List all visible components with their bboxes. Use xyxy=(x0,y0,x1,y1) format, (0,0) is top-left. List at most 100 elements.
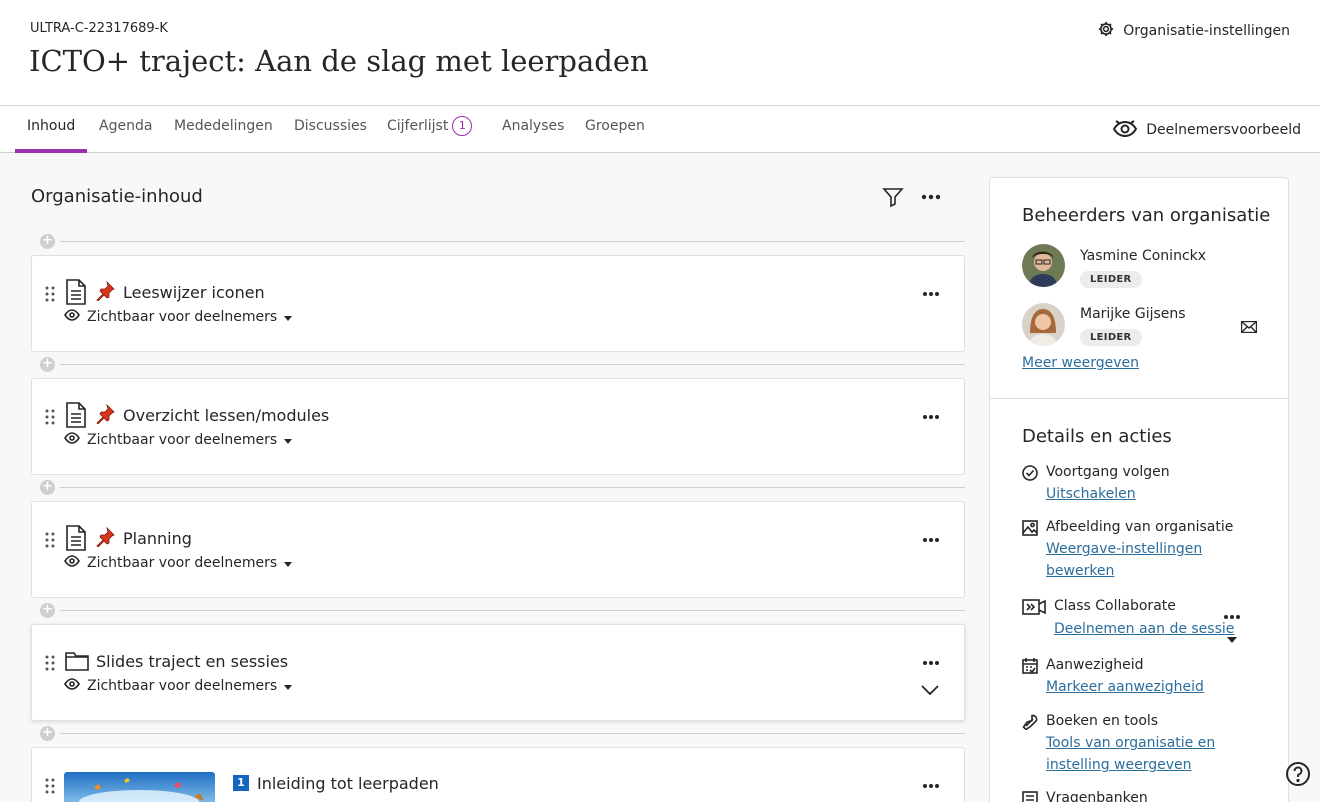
content-item-title[interactable]: Overzicht lessen/modules xyxy=(123,406,329,425)
avatar[interactable] xyxy=(1022,303,1065,346)
active-tab-indicator xyxy=(15,149,87,153)
organisation-settings-button[interactable]: Organisatie-instellingen xyxy=(1097,20,1290,42)
content-item-title[interactable]: Leeswijzer iconen xyxy=(123,283,265,302)
visibility-label: Zichtbaar voor deelnemers xyxy=(87,309,278,325)
more-options-icon[interactable] xyxy=(922,651,940,670)
more-options-icon[interactable] xyxy=(921,190,941,204)
action-label: Aanwezigheid xyxy=(1046,657,1144,673)
admins-heading: Beheerders van organisatie xyxy=(1022,205,1271,226)
content-item[interactable]: Leeswijzer iconen Zichtbaar voor deelnem… xyxy=(31,255,965,352)
eye-icon xyxy=(64,678,80,694)
course-tabs: Inhoud Agenda Mededelingen Discussies Ci… xyxy=(0,106,1320,153)
content-item[interactable]: 1 Inleiding tot leerpaden xyxy=(31,747,965,802)
more-options-icon[interactable] xyxy=(922,774,940,793)
caret-down-icon xyxy=(284,309,293,325)
tab-agenda[interactable]: Agenda xyxy=(99,118,152,134)
tab-mededelingen[interactable]: Mededelingen xyxy=(174,118,273,134)
content-item-title[interactable]: Planning xyxy=(123,529,192,548)
eye-icon xyxy=(64,432,80,448)
add-icon[interactable]: + xyxy=(40,480,55,495)
visibility-label: Zichtbaar voor deelnemers xyxy=(87,432,278,448)
student-preview-button[interactable]: Deelnemersvoorbeeld xyxy=(1112,118,1301,142)
document-icon xyxy=(65,279,87,309)
pin-icon xyxy=(95,526,115,551)
question-bank-icon xyxy=(1022,791,1038,802)
admin-name[interactable]: Marijke Gijsens xyxy=(1080,306,1186,322)
tab-analyses[interactable]: Analyses xyxy=(502,118,564,134)
content-item[interactable]: Slides traject en sessies Zichtbaar voor… xyxy=(31,624,965,721)
organisation-settings-label: Organisatie-instellingen xyxy=(1123,23,1290,39)
separator xyxy=(990,398,1288,399)
check-circle-icon xyxy=(1022,465,1038,485)
image-icon xyxy=(1022,520,1038,540)
drag-handle-icon[interactable] xyxy=(45,286,55,306)
filter-icon[interactable] xyxy=(882,186,904,208)
collaborate-icon xyxy=(1022,599,1046,619)
drag-handle-icon[interactable] xyxy=(45,532,55,552)
tools-link[interactable]: Tools van organisatie en instelling weer… xyxy=(1046,732,1236,776)
caret-down-icon xyxy=(284,555,293,571)
chevron-down-icon[interactable] xyxy=(921,680,939,699)
display-settings-link[interactable]: Weergave-instellingen bewerken xyxy=(1046,538,1226,582)
eye-icon xyxy=(64,555,80,571)
mail-icon[interactable] xyxy=(1240,318,1258,337)
join-session-link[interactable]: Deelnemen aan de sessie xyxy=(1054,618,1234,640)
add-icon[interactable]: + xyxy=(40,603,55,618)
content-item[interactable]: Overzicht lessen/modules Zichtbaar voor … xyxy=(31,378,965,475)
details-heading: Details en acties xyxy=(1022,426,1172,447)
caret-down-icon[interactable] xyxy=(1227,628,1237,647)
course-id: ULTRA-C-22317689-K xyxy=(30,21,168,36)
progress-tracking-link[interactable]: Uitschakelen xyxy=(1046,483,1136,505)
admin-name[interactable]: Yasmine Coninckx xyxy=(1080,248,1206,264)
action-label: Class Collaborate xyxy=(1054,598,1176,614)
avatar[interactable] xyxy=(1022,244,1065,287)
drag-handle-icon[interactable] xyxy=(45,655,55,675)
more-options-icon[interactable] xyxy=(922,282,940,301)
action-label: Boeken en tools xyxy=(1046,713,1159,729)
course-header: ULTRA-C-22317689-K ICTO+ traject: Aan de… xyxy=(0,0,1320,106)
content-item[interactable]: Planning Zichtbaar voor deelnemers xyxy=(31,501,965,598)
more-options-icon[interactable] xyxy=(922,405,940,424)
visibility-dropdown[interactable]: Zichtbaar voor deelnemers xyxy=(64,432,293,448)
content-item-title[interactable]: Slides traject en sessies xyxy=(96,652,288,671)
visibility-label: Zichtbaar voor deelnemers xyxy=(87,555,278,571)
student-preview-label: Deelnemersvoorbeeld xyxy=(1146,122,1301,138)
action-label: Vragenbanken xyxy=(1046,790,1148,802)
grade-count-badge: 1 xyxy=(452,116,473,136)
wrench-icon xyxy=(1022,714,1038,734)
show-more-link[interactable]: Meer weergeven xyxy=(1022,355,1139,371)
mark-attendance-link[interactable]: Markeer aanwezigheid xyxy=(1046,676,1204,698)
add-icon[interactable]: + xyxy=(40,234,55,249)
student-preview-icon xyxy=(1112,118,1138,142)
add-icon[interactable]: + xyxy=(40,726,55,741)
add-content-divider[interactable]: + xyxy=(40,233,965,251)
add-content-divider[interactable]: + xyxy=(40,725,965,743)
add-content-divider[interactable]: + xyxy=(40,602,965,620)
visibility-dropdown[interactable]: Zichtbaar voor deelnemers xyxy=(64,309,293,325)
pin-icon xyxy=(95,280,115,305)
visibility-dropdown[interactable]: Zichtbaar voor deelnemers xyxy=(64,678,293,694)
content-item-title[interactable]: Inleiding tot leerpaden xyxy=(257,774,439,793)
more-options-icon[interactable] xyxy=(922,528,940,547)
tab-cijferlijst[interactable]: Cijferlijst 1 xyxy=(387,116,473,136)
visibility-label: Zichtbaar voor deelnemers xyxy=(87,678,278,694)
eye-icon xyxy=(64,309,80,325)
visibility-dropdown[interactable]: Zichtbaar voor deelnemers xyxy=(64,555,293,571)
help-icon[interactable] xyxy=(1285,761,1311,791)
pin-icon xyxy=(95,403,115,428)
add-icon[interactable]: + xyxy=(40,357,55,372)
content-title: Organisatie-inhoud xyxy=(31,186,203,207)
add-content-divider[interactable]: + xyxy=(40,479,965,497)
caret-down-icon xyxy=(284,432,293,448)
tab-inhoud[interactable]: Inhoud xyxy=(27,118,75,134)
document-icon xyxy=(65,525,87,555)
details-sidebar: Beheerders van organisatie Yasmine Conin… xyxy=(989,177,1289,802)
role-badge: LEIDER xyxy=(1080,329,1142,346)
drag-handle-icon[interactable] xyxy=(45,778,55,798)
drag-handle-icon[interactable] xyxy=(45,409,55,429)
tab-discussies[interactable]: Discussies xyxy=(294,118,367,134)
tab-groepen[interactable]: Groepen xyxy=(585,118,645,134)
add-content-divider[interactable]: + xyxy=(40,356,965,374)
tab-cijferlijst-label: Cijferlijst xyxy=(387,118,449,134)
action-label: Voortgang volgen xyxy=(1046,464,1170,480)
